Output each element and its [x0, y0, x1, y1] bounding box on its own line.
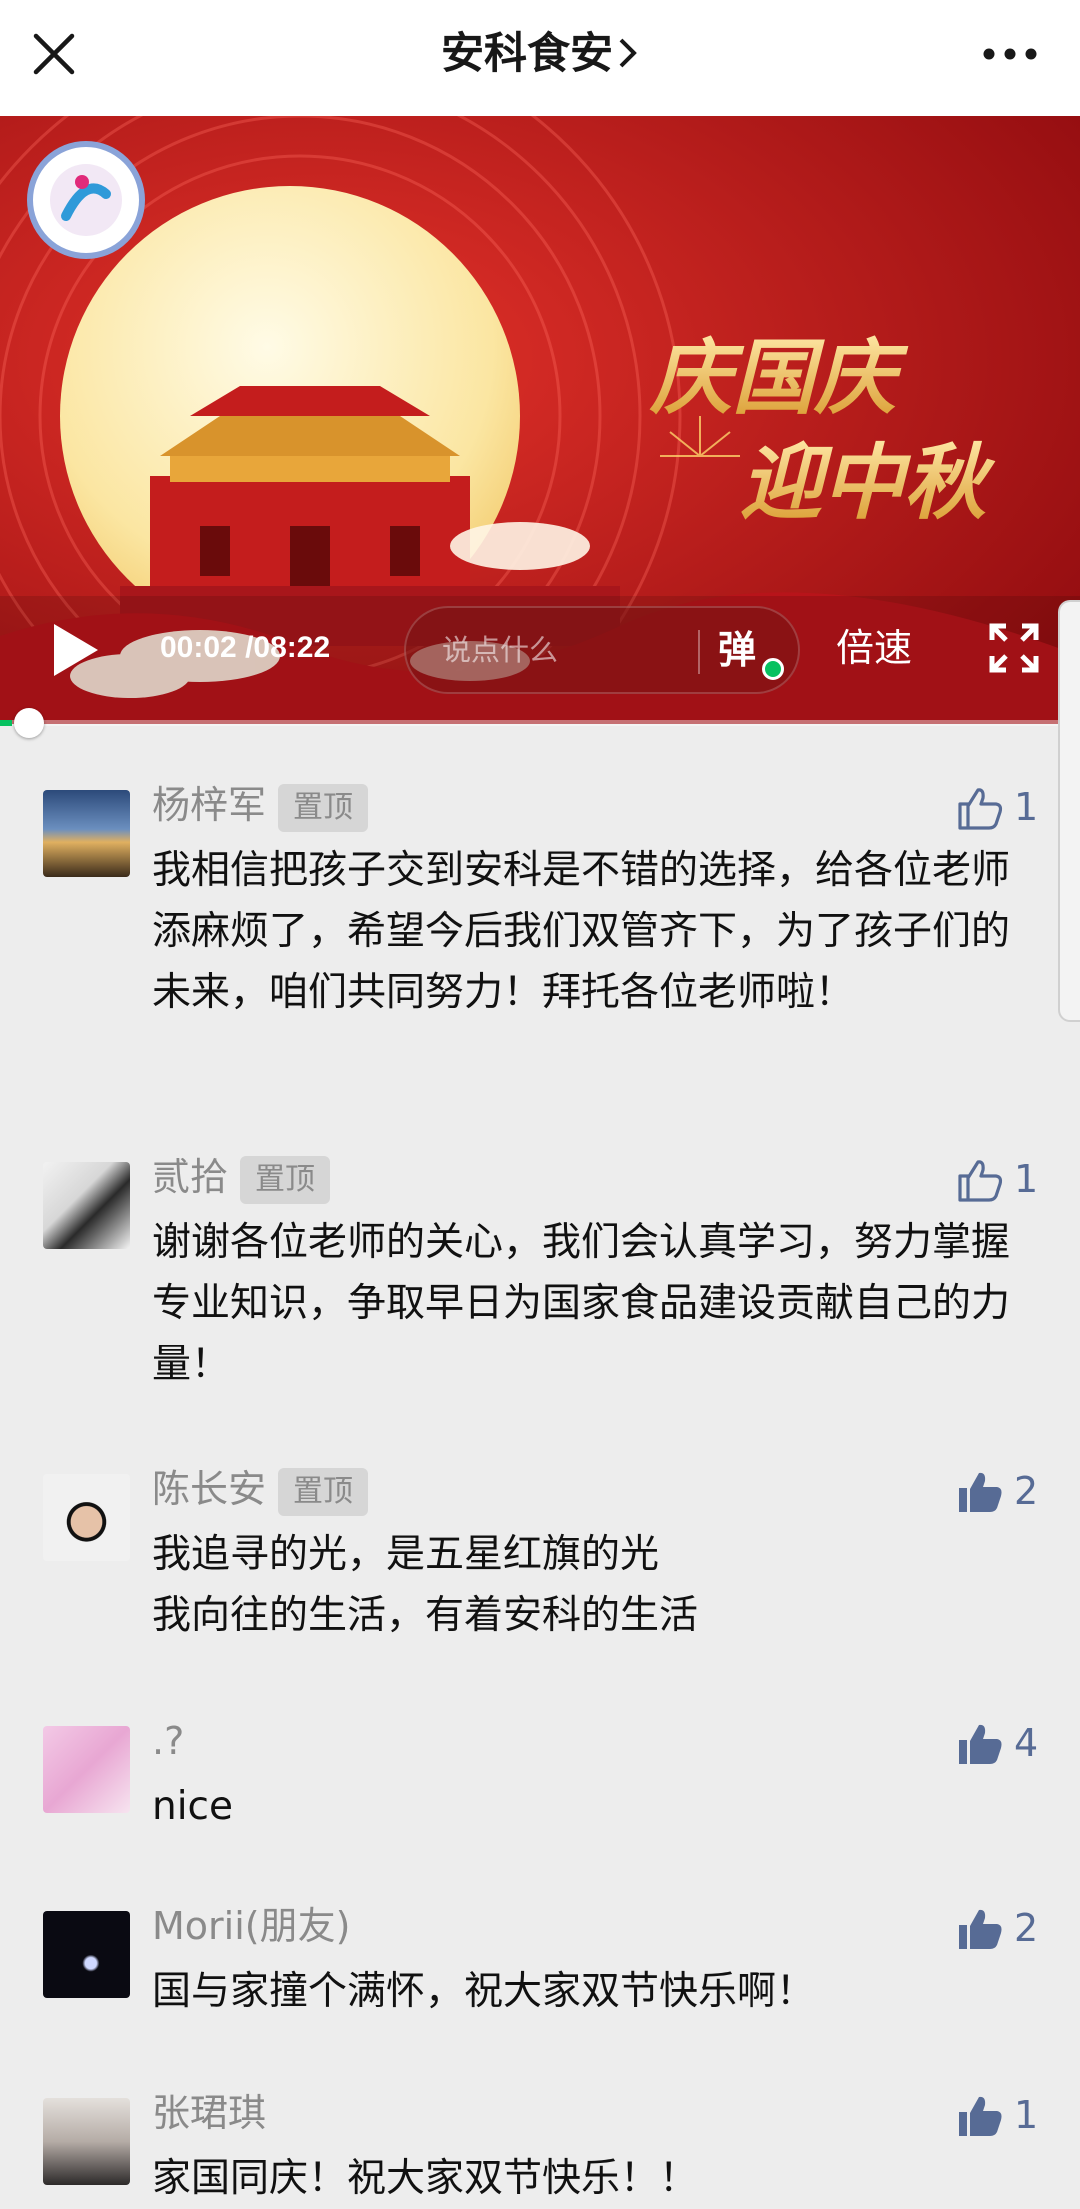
author-name: 陈长安 [152, 1467, 267, 1511]
author-name: 杨梓军 [152, 783, 267, 827]
comment-text: nice [152, 1784, 233, 1829]
speed-button[interactable]: 倍速 [836, 624, 912, 672]
like-button[interactable]: 1 [956, 1154, 1038, 1204]
comment-text: 国与家撞个满怀，祝大家双节快乐啊！ [152, 1969, 816, 2014]
current-time: 00:02 [160, 631, 237, 664]
comment-author[interactable]: 贰拾 置顶 [152, 1154, 331, 1204]
author-name: Morii(朋友) [152, 1904, 351, 1948]
play-button[interactable] [48, 620, 102, 680]
like-count: 1 [1014, 2093, 1039, 2137]
like-button[interactable]: 1 [956, 782, 1038, 832]
avatar[interactable] [43, 1474, 130, 1561]
progress-track[interactable] [0, 720, 1080, 726]
pinned-badge: 置顶 [278, 1468, 369, 1516]
like-button[interactable]: 2 [956, 1466, 1038, 1516]
danmu-toggle-button[interactable]: 弹 [718, 626, 756, 674]
progress-fill [0, 720, 12, 726]
comment-author[interactable]: 陈长安 置顶 [152, 1466, 369, 1516]
like-count: 4 [1014, 1721, 1039, 1765]
top-nav-bar: 安科食安 [0, 0, 1080, 116]
comment-author[interactable]: 张珺琪 [152, 2090, 266, 2136]
avatar[interactable] [43, 1162, 130, 1249]
danmu-input[interactable]: 说点什么 [442, 630, 558, 670]
like-count: 2 [1014, 1906, 1039, 1950]
comment-author[interactable]: .? [152, 1718, 184, 1764]
account-title[interactable]: 安科食安 [0, 26, 1080, 85]
pinned-badge: 置顶 [240, 1156, 331, 1204]
playback-time: 00:02 /08:22 [160, 628, 330, 668]
comment-text: 谢谢各位老师的关心，我们会认真学习，努力掌握专业知识，争取早日为国家食品建设贡献… [152, 1220, 1011, 1387]
danmu-input-box[interactable]: 说点什么 弹 [404, 606, 800, 694]
avatar[interactable] [43, 2098, 130, 2185]
comment-text: 我相信把孩子交到安科是不错的选择，给各位老师添麻烦了，希望今后我们双管齐下，为了… [152, 848, 1011, 1015]
comment-text: 家国同庆！祝大家双节快乐！！ [152, 2156, 699, 2201]
duration: /08:22 [245, 631, 331, 664]
scroll-indicator[interactable] [1058, 600, 1080, 1022]
like-count: 2 [1014, 1469, 1039, 1513]
author-name: .? [152, 1719, 185, 1763]
more-dots-icon[interactable] [980, 30, 1040, 78]
divider [698, 630, 700, 674]
like-count: 1 [1014, 785, 1039, 829]
avatar[interactable] [43, 1726, 130, 1813]
like-button[interactable]: 2 [956, 1903, 1038, 1953]
progress-handle[interactable] [14, 708, 44, 738]
like-count: 1 [1014, 1157, 1039, 1201]
account-name: 安科食安 [441, 29, 613, 79]
avatar[interactable] [43, 790, 130, 877]
author-name: 张珺琪 [152, 2091, 267, 2135]
chevron-right-icon [617, 29, 639, 85]
comment-author[interactable]: Morii(朋友) [152, 1903, 350, 1949]
like-button[interactable]: 1 [956, 2090, 1038, 2140]
danmu-status-dot [762, 658, 784, 680]
fullscreen-icon[interactable] [988, 622, 1040, 674]
comment-text: 我追寻的光，是五星红旗的光 我向往的生活，有着安科的生活 [152, 1532, 699, 1638]
avatar[interactable] [43, 1911, 130, 1998]
pinned-badge: 置顶 [278, 784, 369, 832]
banner-line-1: 庆国庆 [649, 330, 909, 426]
like-button[interactable]: 4 [956, 1718, 1038, 1768]
banner-line-2: 迎中秋 [740, 435, 996, 531]
comment-author[interactable]: 杨梓军 置顶 [152, 782, 369, 832]
author-name: 贰拾 [152, 1155, 229, 1199]
